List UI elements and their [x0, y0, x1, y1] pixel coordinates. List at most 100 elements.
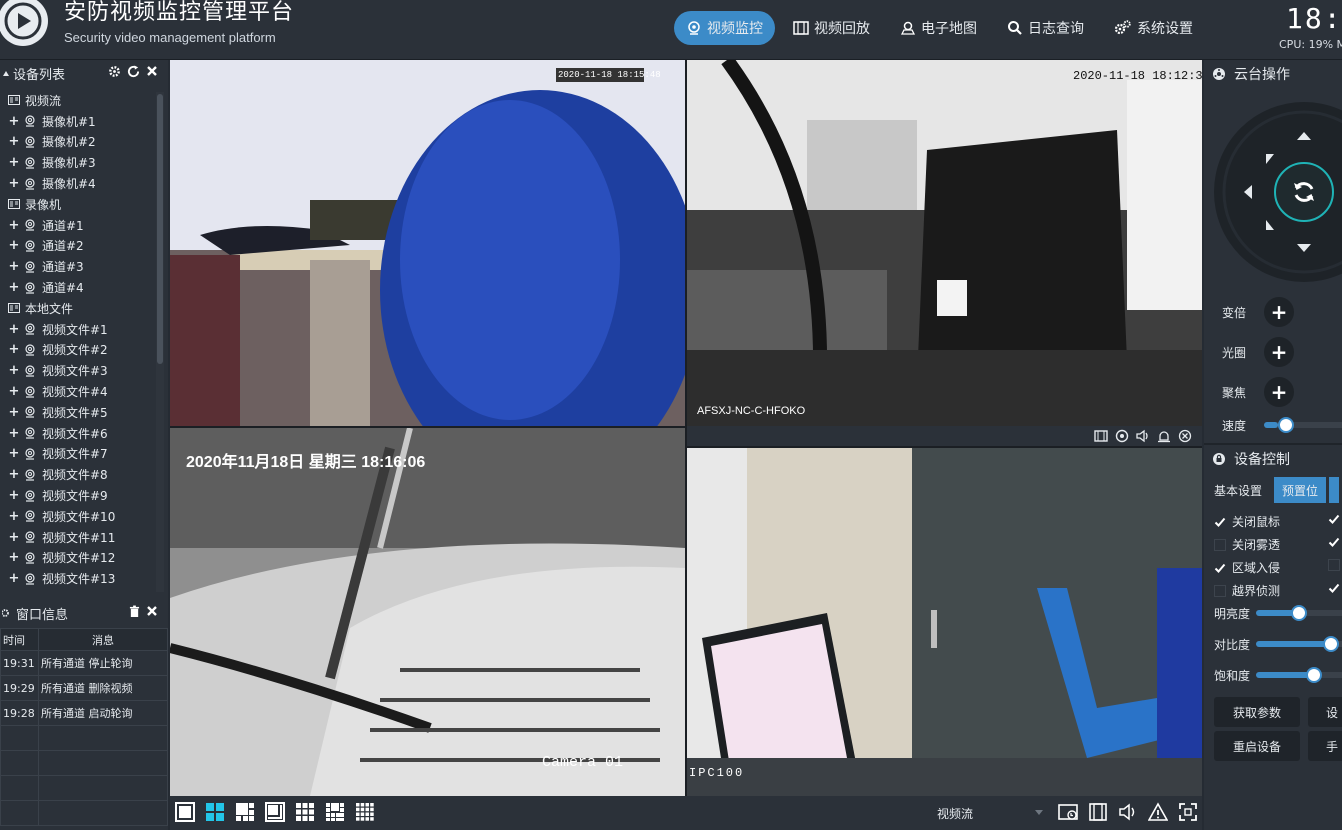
close-icon[interactable] [146, 65, 158, 77]
checkbox-checked[interactable] [1214, 516, 1226, 528]
checkbox-unchecked[interactable] [1328, 559, 1340, 571]
layout-6-icon[interactable] [235, 802, 255, 822]
table-row[interactable]: 19:31 所有通道 停止轮询 [0, 650, 168, 676]
tree-item[interactable]: + 视频文件#6 [0, 423, 156, 444]
layout-4-icon[interactable] [205, 802, 225, 822]
checkbox-row[interactable]: 越界侦测 [1214, 582, 1280, 599]
tree-item[interactable]: + 视频文件#9 [0, 485, 156, 506]
checkbox-row[interactable]: 区域入侵 [1214, 559, 1280, 576]
expand-icon[interactable]: + [6, 155, 22, 170]
layout-1-icon[interactable] [175, 802, 195, 822]
tree-item[interactable]: + 摄像机#3 [0, 152, 156, 173]
gear-icon[interactable] [108, 65, 121, 78]
expand-icon[interactable]: + [6, 571, 22, 586]
checkbox-checked[interactable] [1328, 536, 1340, 548]
tree-group[interactable]: 本地文件 [0, 298, 156, 319]
tree-item[interactable]: + 通道#1 [0, 215, 156, 236]
tree-item[interactable]: + 视频文件#8 [0, 464, 156, 485]
checkbox-unchecked[interactable] [1214, 538, 1226, 551]
get-params-button[interactable]: 获取参数 [1214, 697, 1300, 727]
expand-icon[interactable]: + [6, 530, 22, 545]
tree-item[interactable]: + 视频文件#13 [0, 568, 156, 589]
tree-group[interactable]: 视频流 [0, 90, 156, 111]
tree-item[interactable]: + 视频文件#4 [0, 381, 156, 402]
expand-icon[interactable]: + [6, 218, 22, 233]
expand-icon[interactable]: + [6, 426, 22, 441]
speed-slider[interactable] [1264, 417, 1342, 433]
expand-icon[interactable]: + [6, 114, 22, 129]
warning-icon[interactable] [1148, 802, 1168, 822]
tab-more[interactable] [1329, 477, 1340, 503]
record-icon[interactable] [1094, 429, 1108, 443]
image-param-slider[interactable] [1256, 636, 1342, 652]
film-icon[interactable] [1088, 802, 1108, 822]
tree-item[interactable]: + 视频文件#5 [0, 402, 156, 423]
tree-item[interactable]: + 摄像机#2 [0, 132, 156, 153]
video-cell-2[interactable]: 2020-11-18 18:12:32 AFSXJ-NC-C-HFOKO [687, 60, 1202, 426]
expand-icon[interactable]: + [6, 467, 22, 482]
video-cell-4[interactable]: IPC100 [687, 448, 1202, 796]
tree-item[interactable]: + 摄像机#1 [0, 111, 156, 132]
expand-icon[interactable]: + [6, 280, 22, 295]
nav-system-settings[interactable]: 系统设置 [1102, 11, 1205, 45]
checkbox-row[interactable]: 关闭雾透 [1214, 536, 1280, 553]
slider-knob[interactable] [1277, 417, 1294, 433]
record-video-icon[interactable] [1058, 802, 1078, 822]
expand-icon[interactable]: + [6, 550, 22, 565]
tree-item[interactable]: + 视频文件#7 [0, 444, 156, 465]
focus-plus-button[interactable]: + [1264, 377, 1294, 407]
nav-video-monitor[interactable]: 视频监控 [674, 11, 775, 45]
video-cell-1[interactable]: 2020-11-18 18:15:48 [170, 60, 685, 426]
expand-icon[interactable]: + [6, 134, 22, 149]
fullscreen-icon[interactable] [1178, 802, 1198, 822]
tree-item[interactable]: + 通道#2 [0, 236, 156, 257]
expand-icon[interactable]: + [6, 405, 22, 420]
snapshot-icon[interactable] [1115, 429, 1129, 443]
expand-icon[interactable]: + [6, 342, 22, 357]
checkbox-checked[interactable] [1328, 582, 1340, 594]
video-cell-3[interactable]: 2020年11月18日 星期三 18:16:06 Camera 01 [170, 428, 685, 796]
nav-log-query[interactable]: 日志查询 [995, 11, 1096, 45]
tree-item[interactable]: + 视频文件#12 [0, 548, 156, 569]
expand-icon[interactable]: + [6, 363, 22, 378]
tree-group[interactable]: 录像机 [0, 194, 156, 215]
close-icon[interactable] [146, 605, 158, 617]
tree-item[interactable]: + 摄像机#4 [0, 173, 156, 194]
expand-icon[interactable]: + [6, 488, 22, 503]
zoom-in-button[interactable]: + [1264, 297, 1294, 327]
trash-icon[interactable] [129, 605, 140, 618]
layout-9-icon[interactable] [295, 802, 315, 822]
checkbox-checked[interactable] [1214, 562, 1226, 574]
checkbox-unchecked[interactable] [1214, 584, 1226, 597]
nav-e-map[interactable]: 电子地图 [888, 11, 989, 45]
layout-8-icon[interactable] [265, 802, 285, 822]
table-row[interactable]: 19:29 所有通道 删除视频 [0, 675, 168, 701]
expand-icon[interactable]: + [6, 259, 22, 274]
refresh-icon[interactable] [127, 65, 140, 78]
tree-item[interactable]: + 视频文件#3 [0, 360, 156, 381]
layout-16-icon[interactable] [355, 802, 375, 822]
checkbox-row[interactable]: 关闭鼠标 [1214, 513, 1280, 530]
expand-icon[interactable]: + [6, 322, 22, 337]
scroll-thumb[interactable] [157, 94, 163, 364]
slider-knob[interactable] [1322, 636, 1339, 652]
reboot-device-button[interactable]: 重启设备 [1214, 731, 1300, 761]
set-params-button[interactable]: 设 [1308, 697, 1342, 727]
alarm-icon[interactable] [1157, 429, 1171, 443]
tree-item[interactable]: + 视频文件#10 [0, 506, 156, 527]
tree-item[interactable]: + 视频文件#11 [0, 527, 156, 548]
tree-item[interactable]: + 通道#4 [0, 277, 156, 298]
slider-knob[interactable] [1305, 667, 1322, 683]
tab-presets[interactable]: 预置位 [1274, 477, 1327, 503]
tab-basic-settings[interactable]: 基本设置 [1206, 477, 1271, 503]
image-param-slider[interactable] [1256, 667, 1342, 683]
manual-button[interactable]: 手 [1308, 731, 1342, 761]
expand-icon[interactable]: + [6, 238, 22, 253]
image-param-slider[interactable] [1256, 605, 1342, 621]
expand-icon[interactable]: + [6, 176, 22, 191]
nav-video-playback[interactable]: 视频回放 [781, 11, 882, 45]
close-icon[interactable] [1178, 429, 1192, 443]
tree-item[interactable]: + 视频文件#2 [0, 340, 156, 361]
layout-13-icon[interactable] [325, 802, 345, 822]
ptz-reset-button[interactable] [1274, 162, 1334, 222]
